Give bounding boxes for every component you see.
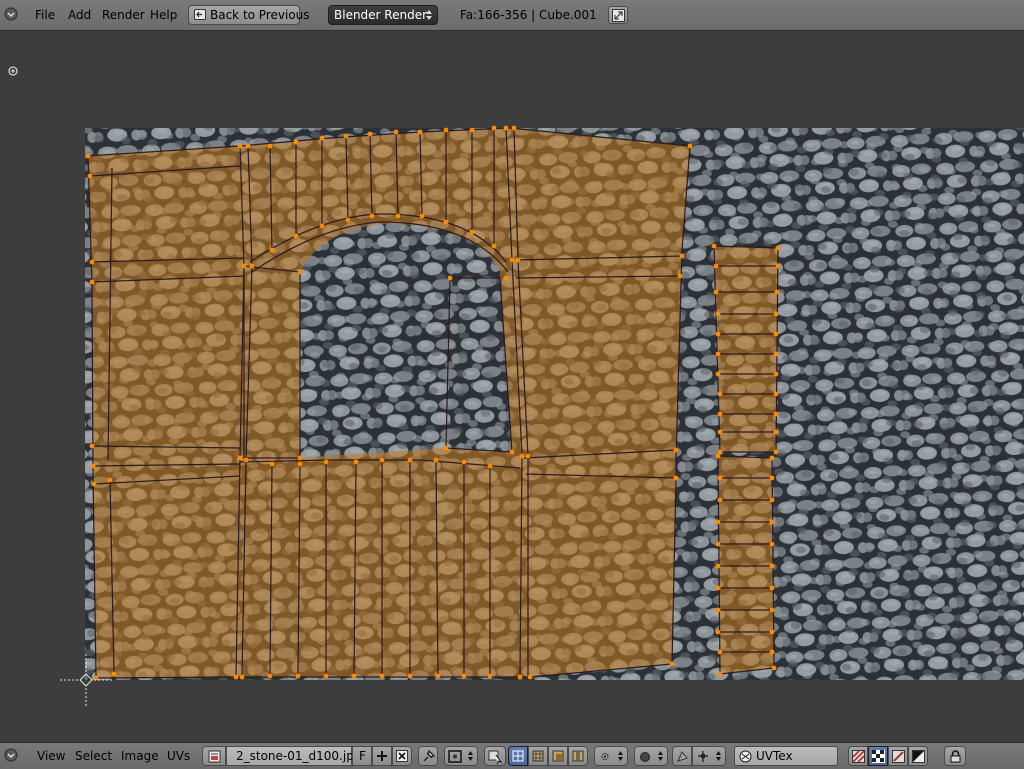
pin-icon — [422, 749, 436, 766]
plus-icon — [376, 750, 388, 765]
pin-image-button[interactable] — [418, 746, 438, 766]
alpha-mode-button[interactable] — [908, 746, 928, 766]
mesh-info-text: Fa:166-356 | Cube.001 — [460, 8, 597, 22]
menu-view[interactable]: View — [37, 749, 65, 763]
sticky-selection-selector[interactable] — [594, 746, 628, 766]
fake-user-button[interactable]: F — [352, 746, 372, 766]
image-name-field[interactable]: 2_stone-01_d100.jpg — [226, 746, 361, 766]
fullscreen-toggle-button[interactable] — [608, 6, 628, 24]
proportional-edit-selector[interactable] — [634, 746, 668, 766]
back-to-previous-label: Back to Previous — [210, 8, 310, 22]
sync-selection-button[interactable] — [484, 746, 506, 766]
menu-add[interactable]: Add — [68, 8, 91, 22]
edge-select-mode-button[interactable] — [528, 746, 548, 766]
back-icon — [194, 9, 206, 20]
proportional-edit-icon — [638, 751, 652, 766]
updown-arrows-icon — [715, 750, 722, 765]
render-engine-value: Blender Render — [334, 8, 428, 22]
lock-icon — [949, 750, 962, 766]
uv-image-editor-viewport[interactable] — [0, 31, 1024, 742]
unlink-image-button[interactable] — [392, 746, 412, 766]
menu-select[interactable]: Select — [75, 749, 112, 763]
updown-arrows-icon — [617, 750, 624, 765]
image-name-value: 2_stone-01_d100.jpg — [236, 749, 362, 763]
pivot-selector[interactable] — [444, 746, 478, 766]
updown-arrows-icon — [425, 9, 433, 24]
sticky-select-icon — [598, 750, 612, 766]
render-engine-select[interactable]: Blender Render — [328, 5, 438, 25]
maximize-icon — [612, 9, 625, 25]
menu-render[interactable]: Render — [102, 8, 145, 22]
checkerboard-icon — [872, 750, 885, 766]
uv-editor-canvas — [60, 125, 1024, 706]
uv-map-icon — [739, 750, 752, 766]
island-select-icon — [572, 750, 584, 765]
back-to-previous-button[interactable]: Back to Previous — [188, 5, 310, 25]
face-select-mode-button[interactable] — [548, 746, 568, 766]
snap-element-selector[interactable] — [692, 746, 726, 766]
menu-help[interactable]: Help — [150, 8, 177, 22]
menu-image[interactable]: Image — [121, 749, 159, 763]
bounding-box-pivot-icon — [448, 750, 462, 766]
vertex-select-mode-button[interactable] — [508, 746, 528, 766]
brush-stripes-icon — [852, 750, 865, 766]
uv-map-selector[interactable]: UVTex — [734, 746, 838, 766]
vertex-select-icon — [512, 750, 524, 765]
bottom-header: View Select Image UVs 2_stone-01_d100.jp… — [0, 742, 1024, 769]
alpha-gradient-icon — [912, 750, 925, 766]
uv-map-name: UVTex — [756, 749, 793, 763]
magnet-icon — [676, 750, 689, 766]
menu-uvs[interactable]: UVs — [167, 749, 190, 763]
lock-update-button[interactable] — [944, 746, 966, 766]
browse-image-button[interactable] — [202, 746, 226, 766]
editor-type-icon[interactable] — [4, 7, 18, 21]
brush-icon — [892, 750, 905, 766]
editor-type-icon[interactable] — [4, 748, 18, 762]
island-select-mode-button[interactable] — [568, 746, 588, 766]
new-image-button[interactable] — [372, 746, 392, 766]
top-header: File Add Render Help Back to Previous Bl… — [0, 0, 1024, 31]
paint-mode-button[interactable] — [848, 746, 868, 766]
snap-toggle-button[interactable] — [672, 746, 692, 766]
sync-select-icon — [488, 750, 503, 767]
close-icon — [396, 750, 408, 765]
display-checker-button[interactable] — [868, 746, 888, 766]
edge-select-icon — [532, 750, 544, 765]
image-icon — [208, 750, 221, 766]
fake-user-label: F — [359, 749, 366, 763]
updown-arrows-icon — [657, 750, 664, 765]
updown-arrows-icon — [467, 750, 474, 765]
face-select-icon — [552, 750, 564, 765]
menu-file[interactable]: File — [35, 8, 55, 22]
snap-increment-icon — [696, 750, 710, 766]
draw-mode-button[interactable] — [888, 746, 908, 766]
